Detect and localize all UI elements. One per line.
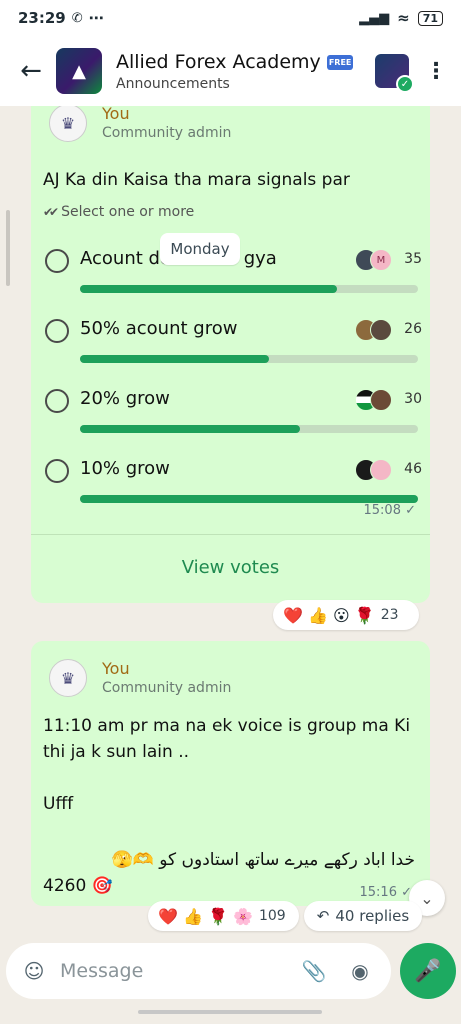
message-line: 11:10 am pr ma na ek voice is group ma K…: [43, 716, 411, 762]
camera-icon[interactable]: ◉: [343, 954, 377, 988]
sticker-icon[interactable]: ☺: [20, 957, 48, 985]
voter-avatar: [370, 389, 392, 411]
voter-avatar: [370, 319, 392, 341]
scrollbar[interactable]: [6, 210, 10, 286]
group-avatar[interactable]: ▲: [56, 48, 102, 94]
chat-title-block[interactable]: Allied Forex Academy FREE Announcements: [116, 51, 375, 92]
voter-avatars: [355, 459, 392, 481]
poll-option[interactable]: 20% grow 30: [45, 383, 422, 443]
message-time: 15:08 ✓: [363, 503, 417, 518]
poll-radio[interactable]: [45, 249, 69, 273]
message-line-urdu: خدا اباد رکھے میرے ساتھ استادوں کو 🫶🫣: [111, 850, 415, 870]
poll-message-bubble[interactable]: ♛ You Community admin AJ Ka din Kaisa th…: [31, 106, 430, 603]
message-sender: ♛ You Community admin: [49, 659, 231, 697]
poll-vote-count: 46: [404, 461, 422, 477]
poll-bar-track: [80, 495, 418, 503]
mic-icon: 🎤: [414, 958, 442, 984]
whatsapp-status-icon: ✆: [71, 10, 83, 26]
poll-bar-track: [80, 355, 418, 363]
poll-hint: ✔✔ Select one or more: [43, 204, 194, 220]
sender-role: Community admin: [102, 680, 232, 696]
message-input[interactable]: Message: [60, 960, 285, 982]
replies-label: 40 replies: [335, 907, 410, 925]
community-avatar[interactable]: ✓: [375, 54, 414, 93]
poll-bar-fill: [80, 285, 337, 293]
poll-radio[interactable]: [45, 389, 69, 413]
signal-icon: ▂▄▆: [359, 10, 390, 26]
poll-hint-text: Select one or more: [61, 204, 195, 220]
poll-option-label: 10% grow: [80, 458, 170, 479]
chat-subtitle: Announcements: [116, 75, 230, 92]
message-time: 15:16 ✓: [359, 885, 413, 900]
status-time: 23:29: [18, 9, 66, 27]
reactions-chip[interactable]: ❤️ 👍 🌹 🌸 109: [148, 901, 299, 931]
poll-vote-count: 26: [404, 321, 422, 337]
voter-avatar: M: [370, 249, 392, 271]
reaction-count: 109: [258, 908, 286, 924]
double-check-icon: ✔✔: [43, 205, 59, 219]
view-votes-button[interactable]: View votes: [31, 535, 430, 599]
verified-check-icon: ✓: [396, 75, 414, 93]
date-chip: Monday: [160, 233, 240, 265]
sender-name: You: [102, 106, 130, 123]
sender-avatar[interactable]: ♛: [49, 106, 87, 142]
poll-bar-fill: [80, 495, 418, 503]
sender-name: You: [102, 659, 130, 678]
status-more-icon: ⋯: [88, 9, 104, 27]
text-message-bubble[interactable]: ♛ You Community admin 11:10 am pr ma na …: [31, 641, 430, 906]
poll-bar-fill: [80, 425, 300, 433]
message-line: Ufff: [43, 794, 74, 814]
reaction-count: 23: [380, 607, 399, 623]
message-sender: ♛ You Community admin: [49, 106, 231, 142]
sender-avatar[interactable]: ♛: [49, 659, 87, 697]
poll-bar-fill: [80, 355, 270, 363]
more-vert-icon[interactable]: ⋮: [421, 59, 451, 84]
message-list[interactable]: ♛ You Community admin AJ Ka din Kaisa th…: [0, 106, 461, 944]
voter-avatars: [355, 389, 392, 411]
voter-avatars: [355, 319, 392, 341]
reaction-emojis: ❤️ 👍 🌹 🌸: [158, 906, 253, 926]
reactions-chip[interactable]: ❤️ 👍 😮 🌹 23: [273, 600, 419, 630]
poll-option-label: 50% acount grow: [80, 318, 238, 339]
status-bar: 23:29 ✆ ⋯ ▂▄▆ ≈ 71: [0, 0, 461, 36]
chat-title: Allied Forex Academy: [116, 50, 321, 73]
voter-avatar: [370, 459, 392, 481]
poll-bar-track: [80, 425, 418, 433]
poll-question: AJ Ka din Kaisa tha mara signals par: [43, 170, 350, 190]
poll-radio[interactable]: [45, 459, 69, 483]
message-composer: ☺ Message 📎 ◉: [6, 943, 391, 999]
reaction-emojis: ❤️ 👍 😮 🌹: [283, 605, 375, 625]
poll-option-label: 20% grow: [80, 388, 170, 409]
chat-header: ← ▲ Allied Forex Academy FREE Announceme…: [0, 36, 461, 106]
poll-vote-count: 35: [404, 251, 422, 267]
poll-bar-track: [80, 285, 418, 293]
free-badge: FREE: [326, 54, 354, 70]
arrow-left-icon[interactable]: ←: [6, 46, 56, 96]
mic-button[interactable]: 🎤: [400, 943, 456, 999]
sender-role: Community admin: [102, 125, 232, 141]
poll-option[interactable]: 50% acount grow 26: [45, 313, 422, 373]
paperclip-icon[interactable]: 📎: [297, 954, 331, 988]
battery-indicator: 71: [417, 10, 443, 26]
poll-vote-count: 30: [404, 391, 422, 407]
reply-icon: ↶: [316, 907, 330, 925]
wifi-icon: ≈: [397, 9, 410, 27]
voter-avatars: M: [355, 249, 392, 271]
message-text: 11:10 am pr ma na ek voice is group ma K…: [43, 713, 415, 899]
replies-button[interactable]: ↶ 40 replies: [304, 901, 422, 931]
home-indicator[interactable]: [138, 1010, 322, 1014]
poll-radio[interactable]: [45, 319, 69, 343]
